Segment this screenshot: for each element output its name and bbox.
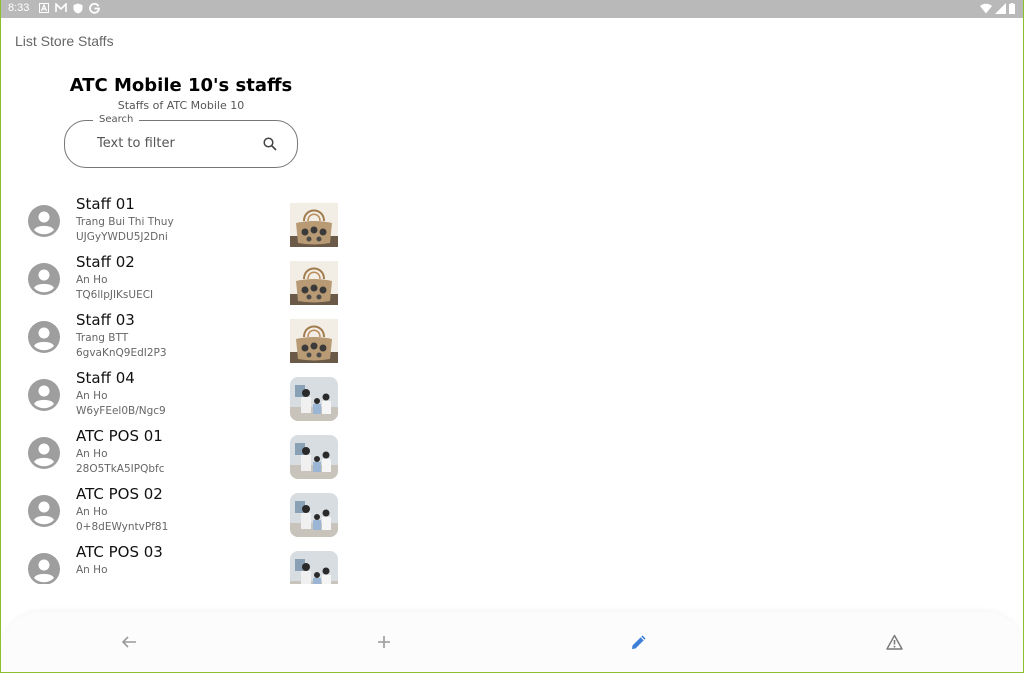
staff-full-name: An Ho	[76, 564, 108, 576]
staff-full-name: Trang BTT	[76, 332, 129, 344]
staff-row[interactable]: ATC POS 01 An Ho 28O5TkA5IPQbfc	[1, 424, 361, 482]
staff-code: UJGyYWDU5J2Dni	[76, 231, 168, 243]
staff-name: Staff 04	[76, 369, 135, 387]
search-icon[interactable]	[263, 137, 277, 151]
handbag-photo	[290, 203, 338, 247]
staff-full-name: Trang Bui Thi Thuy	[76, 216, 174, 228]
staff-name: Staff 03	[76, 311, 135, 329]
staff-name: ATC POS 03	[76, 543, 163, 561]
signal-icon	[995, 3, 1006, 14]
user-avatar-icon	[28, 553, 60, 584]
search-field[interactable]: Search	[64, 114, 298, 168]
status-bar: 8:33	[1, 0, 1023, 18]
staff-name: ATC POS 02	[76, 485, 163, 503]
staff-code: 0+8dEWyntvPf81	[76, 521, 169, 533]
user-avatar-icon	[28, 495, 60, 527]
staff-full-name: An Ho	[76, 390, 108, 402]
report-button[interactable]	[883, 631, 905, 653]
staff-row[interactable]: Staff 02 An Ho TQ6llpJIKsUECI	[1, 250, 361, 308]
handbag-photo	[290, 319, 338, 363]
staff-code: W6yFEel0B/Ngc9	[76, 405, 166, 417]
staff-full-name: An Ho	[76, 448, 108, 460]
staff-code: 28O5TkA5IPQbfc	[76, 463, 165, 475]
staff-row[interactable]: ATC POS 02 An Ho 0+8dEWyntvPf81	[1, 482, 361, 540]
app-title: List Store Staffs	[15, 33, 114, 49]
page-subtitle: Staffs of ATC Mobile 10	[117, 99, 245, 112]
user-avatar-icon	[28, 321, 60, 353]
search-label: Search	[93, 114, 140, 126]
plus-icon	[378, 636, 390, 648]
a-icon	[39, 3, 50, 13]
staff-name: Staff 01	[76, 195, 135, 213]
app-frame: 8:33 List Store Staffs ATC Mobile 10's s…	[0, 0, 1024, 673]
back-button[interactable]	[118, 631, 140, 653]
staff-list[interactable]: Staff 01 Trang Bui Thi Thuy UJGyYWDU5J2D…	[1, 192, 361, 584]
staff-row[interactable]: Staff 01 Trang Bui Thi Thuy UJGyYWDU5J2D…	[1, 192, 361, 250]
search-input[interactable]	[97, 136, 247, 151]
m-icon	[55, 3, 68, 12]
page-title: ATC Mobile 10's staffs	[69, 75, 293, 96]
family-photo	[290, 493, 338, 537]
edit-button[interactable]	[628, 631, 650, 653]
staff-row[interactable]: Staff 03 Trang BTT 6gvaKnQ9EdI2P3	[1, 308, 361, 366]
bottom-navigation	[1, 612, 1023, 672]
pencil-icon	[632, 635, 646, 649]
add-button[interactable]	[373, 631, 395, 653]
handbag-photo	[290, 261, 338, 305]
staff-full-name: An Ho	[76, 274, 108, 286]
shield-icon	[73, 3, 83, 13]
staff-name: Staff 02	[76, 253, 135, 271]
staff-row[interactable]: ATC POS 03 An Ho	[1, 540, 361, 584]
user-avatar-icon	[28, 437, 60, 469]
back-arrow-icon	[121, 636, 136, 648]
staff-name: ATC POS 01	[76, 427, 163, 445]
g-icon	[89, 2, 101, 14]
staff-row[interactable]: Staff 04 An Ho W6yFEel0B/Ngc9	[1, 366, 361, 424]
staff-full-name: An Ho	[76, 506, 108, 518]
staff-code: 6gvaKnQ9EdI2P3	[76, 347, 167, 359]
user-avatar-icon	[28, 379, 60, 411]
family-photo	[290, 377, 338, 421]
family-photo	[290, 551, 338, 584]
status-time: 8:33	[8, 2, 30, 14]
staff-code: TQ6llpJIKsUECI	[76, 289, 154, 301]
battery-icon	[1009, 3, 1015, 14]
wifi-icon	[980, 3, 992, 14]
warning-icon	[885, 634, 903, 650]
user-avatar-icon	[28, 263, 60, 295]
family-photo	[290, 435, 338, 479]
user-avatar-icon	[28, 205, 60, 237]
